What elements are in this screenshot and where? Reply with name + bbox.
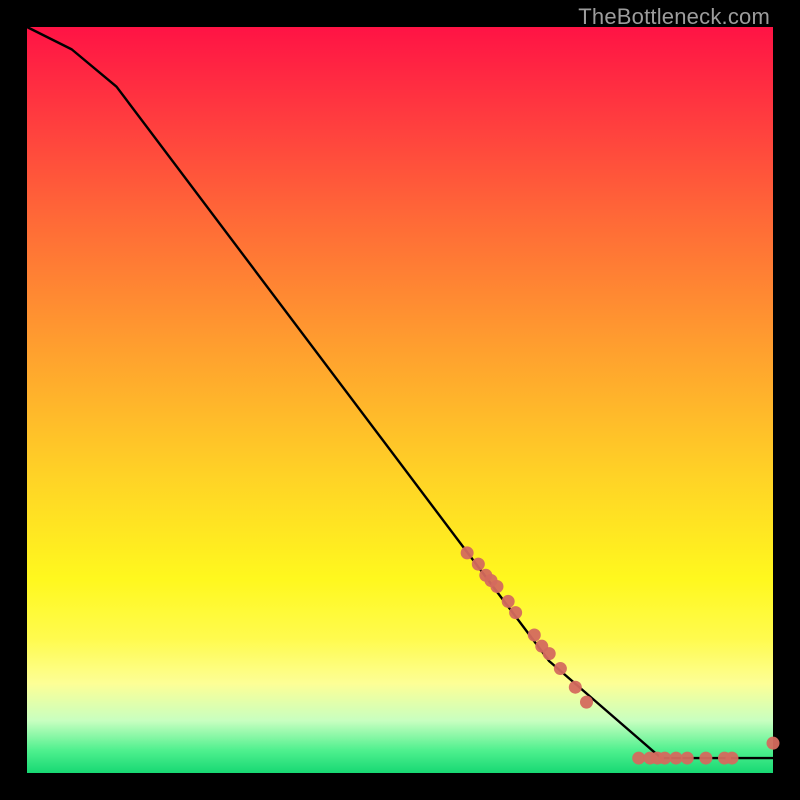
data-point <box>554 662 567 675</box>
data-point <box>509 606 522 619</box>
chart-stage: TheBottleneck.com <box>0 0 800 800</box>
plot-svg <box>27 27 773 773</box>
data-point <box>725 752 738 765</box>
data-point <box>490 580 503 593</box>
scatter-markers <box>461 546 780 764</box>
plot-area <box>27 27 773 773</box>
data-point <box>580 696 593 709</box>
data-point <box>699 752 712 765</box>
attribution-watermark: TheBottleneck.com <box>578 4 770 30</box>
bottleneck-curve <box>27 27 773 758</box>
data-point <box>543 647 556 660</box>
data-point <box>767 737 780 750</box>
data-point <box>632 752 645 765</box>
data-point <box>502 595 515 608</box>
data-point <box>569 681 582 694</box>
data-point <box>681 752 694 765</box>
data-point <box>658 752 671 765</box>
data-point <box>528 628 541 641</box>
data-point <box>670 752 683 765</box>
data-point <box>461 546 474 559</box>
data-point <box>472 558 485 571</box>
